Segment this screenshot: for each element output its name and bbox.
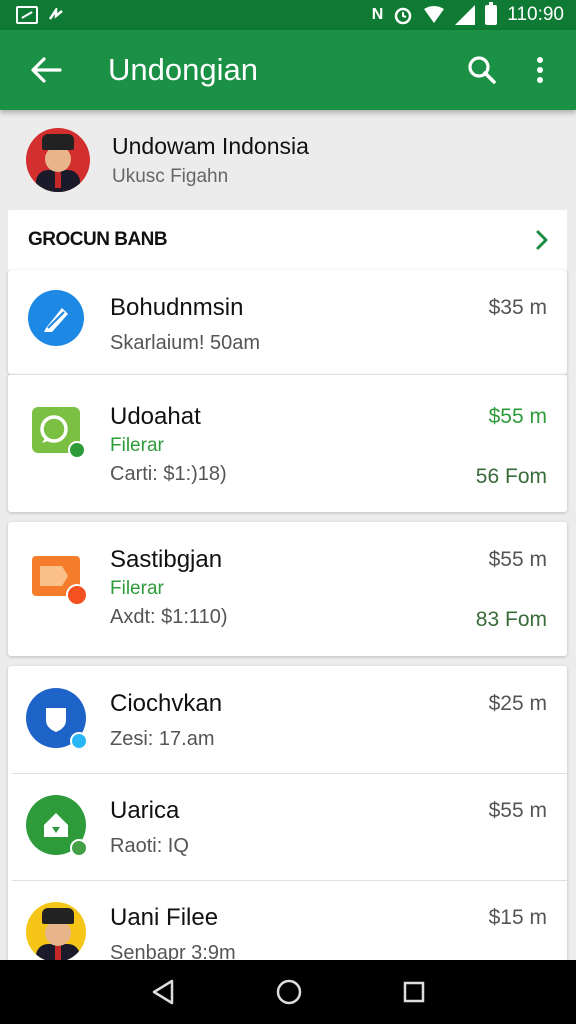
chevron-right-icon bbox=[536, 230, 548, 250]
notification-icon bbox=[48, 8, 63, 20]
page-title: Undongian bbox=[108, 52, 258, 87]
nav-recents-icon[interactable] bbox=[402, 980, 426, 1004]
item-amount: $55 m bbox=[488, 548, 547, 571]
item-name: Uani Filee bbox=[110, 904, 219, 931]
item-amount: $35 m bbox=[488, 296, 547, 319]
signal-icon bbox=[455, 5, 476, 25]
blue-shield-icon bbox=[26, 688, 88, 750]
item-meta: Raoti: IQ bbox=[110, 835, 189, 857]
item-name: Udoahat bbox=[110, 403, 201, 430]
section-header[interactable]: GROCUN BANB bbox=[8, 210, 567, 270]
status-bar: N 110:90 bbox=[0, 0, 576, 30]
item-meta: Axdt: $1:110) bbox=[110, 606, 228, 628]
list-item[interactable]: Uarica Raoti: IQ $55 m bbox=[8, 773, 567, 880]
search-icon bbox=[468, 56, 496, 84]
item-tag: Filerar bbox=[110, 435, 164, 456]
item-name: Sastibgjan bbox=[110, 546, 223, 573]
nav-back-icon[interactable] bbox=[150, 978, 176, 1006]
profile-header[interactable]: Undowam Indonsia Ukusc Figahn bbox=[0, 110, 576, 210]
blue-pencil-icon bbox=[28, 290, 84, 346]
item-time: 83 Fom bbox=[475, 608, 547, 631]
item-amount: $55 m bbox=[488, 405, 547, 428]
more-vert-icon bbox=[537, 57, 543, 83]
section-title: GROCUN BANB bbox=[28, 229, 168, 250]
nfc-icon: N bbox=[371, 6, 384, 23]
item-meta: Skarlaium! 50am bbox=[110, 332, 261, 354]
list-item[interactable]: Ciochvkan Zesi: 17.am $25 m bbox=[8, 666, 567, 773]
item-meta: Carti: $1:)18) bbox=[110, 463, 227, 485]
gallery-icon bbox=[16, 6, 38, 24]
item-amount: $15 m bbox=[488, 906, 547, 929]
overflow-menu-button[interactable] bbox=[520, 50, 560, 90]
profile-subtitle: Ukusc Figahn bbox=[112, 165, 229, 187]
profile-name: Undowam Indonsia bbox=[112, 132, 309, 159]
transaction-card: Ciochvkan Zesi: 17.am $25 m Uarica Raoti… bbox=[8, 666, 567, 966]
item-amount: $25 m bbox=[488, 692, 547, 715]
nav-home-icon[interactable] bbox=[275, 978, 303, 1006]
battery-icon bbox=[485, 2, 498, 25]
system-nav-bar bbox=[0, 960, 576, 1024]
transaction-card: Sastibgjan Filerar Axdt: $1:110) $55 m 8… bbox=[8, 522, 567, 656]
app-bar: Undongian bbox=[0, 30, 576, 110]
alarm-icon bbox=[395, 7, 412, 25]
item-name: Ciochvkan bbox=[110, 690, 223, 717]
transaction-card: Bohudnmsin Skarlaium! 50am $35 m bbox=[8, 270, 567, 374]
transaction-card: Udoahat Filerar Carti: $1:)18) $55 m 56 … bbox=[8, 374, 567, 512]
list-item[interactable]: Udoahat Filerar Carti: $1:)18) $55 m 56 … bbox=[8, 375, 567, 513]
search-button[interactable] bbox=[462, 50, 502, 90]
green-chat-icon bbox=[32, 407, 86, 459]
item-time: 56 Fom bbox=[475, 465, 547, 488]
list-item[interactable]: Bohudnmsin Skarlaium! 50am $35 m bbox=[8, 270, 567, 374]
arrow-back-icon bbox=[31, 57, 62, 83]
avatar bbox=[26, 902, 86, 962]
status-time: 110:90 bbox=[507, 4, 564, 25]
orange-folder-icon bbox=[32, 556, 88, 606]
item-tag: Filerar bbox=[110, 578, 164, 599]
avatar bbox=[26, 128, 90, 192]
list-item[interactable]: Uani Filee Senbapr 3:9m $15 m bbox=[8, 880, 567, 966]
item-amount: $55 m bbox=[488, 799, 547, 822]
item-name: Bohudnmsin bbox=[110, 294, 244, 321]
list-item[interactable]: Sastibgjan Filerar Axdt: $1:110) $55 m 8… bbox=[8, 522, 567, 656]
wifi-icon bbox=[424, 6, 445, 23]
back-button[interactable] bbox=[26, 50, 66, 90]
green-home-icon bbox=[26, 795, 88, 857]
item-name: Uarica bbox=[110, 797, 180, 824]
item-meta: Zesi: 17.am bbox=[110, 728, 215, 750]
